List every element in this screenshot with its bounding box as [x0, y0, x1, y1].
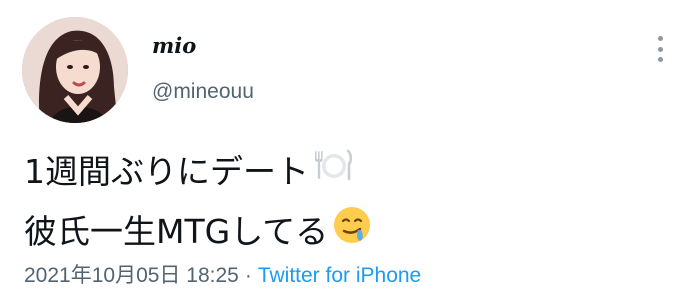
tweet-source-link[interactable]: Twitter for iPhone [258, 264, 421, 287]
tweet-meta: 2021年10月05日 18:25 · Twitter for iPhone [24, 259, 421, 289]
user-handle[interactable]: @mineouu [152, 80, 254, 104]
tweet-text: 1週間ぶりにデート [24, 152, 309, 191]
avatar[interactable] [22, 17, 128, 123]
drooling-face-icon [332, 205, 372, 253]
display-name[interactable]: mio [152, 33, 196, 58]
more-options-icon[interactable] [650, 36, 670, 62]
tweet-text-line-2: 彼氏一生MTGしてる [24, 205, 372, 253]
avatar-image [22, 17, 128, 123]
fork-knife-plate-icon [313, 147, 355, 191]
tweet-text-line-1: 1週間ぶりにデート [24, 145, 355, 193]
tweet-card: mio @mineouu 1週間ぶりにデート 彼氏一生MTGしてる 2021年1… [0, 0, 700, 305]
tweet-text: 彼氏一生MTGしてる [24, 212, 329, 251]
meta-separator: · [244, 264, 252, 287]
tweet-timestamp[interactable]: 2021年10月05日 18:25 [24, 264, 239, 287]
